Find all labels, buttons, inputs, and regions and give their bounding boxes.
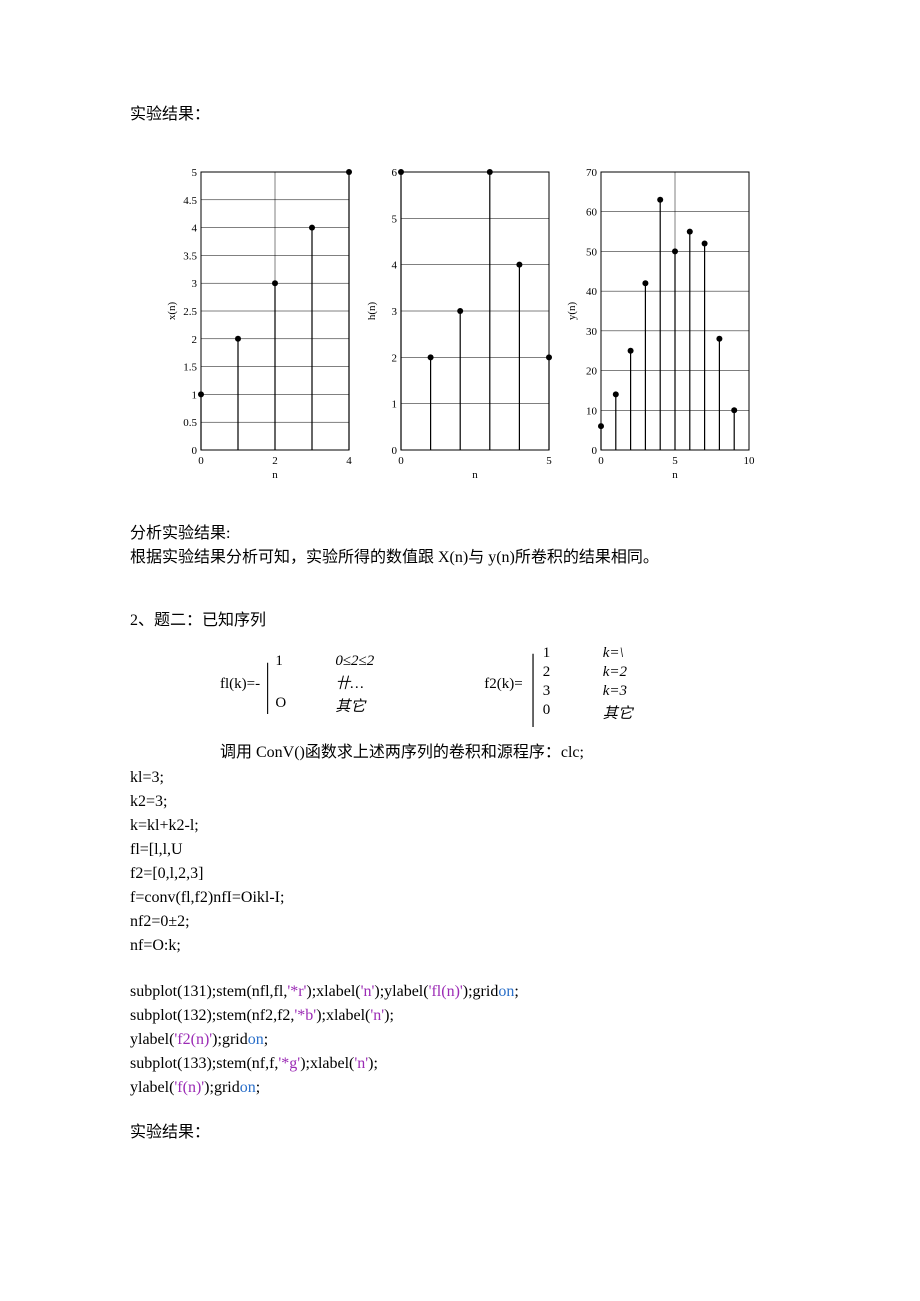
svg-text:0: 0 [392,445,398,457]
code-line: subplot(133);stem(nf,f,'*g');xlabel('n')… [130,1052,790,1076]
brace-icon: | [530,644,535,724]
call-conv-line: 调用 ConV()函数求上述两序列的卷积和源程序：clc; [220,738,790,762]
section-2: 2、题二：已知序列 fl(k)=- | 10≤2≤2 卄…O其它 f2(k)= |… [130,606,790,1142]
code-line: subplot(131);stem(nfl,fl,'*r');xlabel('n… [130,980,790,1004]
brace-icon: | [265,656,269,712]
svg-text:1: 1 [192,389,198,401]
section-2-title: 2、题二：已知序列 [130,606,790,630]
svg-text:6: 6 [392,167,398,179]
svg-text:50: 50 [586,246,598,258]
svg-text:10: 10 [586,405,598,417]
svg-text:h(n): h(n) [366,302,378,321]
svg-text:1.5: 1.5 [183,362,197,374]
analysis-body: 根据实验结果分析可知，实验所得的数值跟 X(n)与 y(n)所卷积的结果相同。 [130,546,790,570]
case-row: 3k=3 [543,683,633,700]
code-line: nf=O:k; [130,934,790,958]
svg-text:2: 2 [272,455,278,467]
stem-chart-1: 0 0.5 1 1.5 2 2.5 3 3.5 4 4.5 5 0 2 4 n x(n) [165,164,355,504]
svg-text:3: 3 [392,306,398,318]
svg-text:2.5: 2.5 [183,306,197,318]
code-line: ylabel('f2(n)');gridon; [130,1028,790,1052]
case-row: 2k=2 [543,664,633,681]
code-block-2: subplot(131);stem(nfl,fl,'*r');xlabel('n… [130,980,790,1100]
code-line: ylabel('f(n)');gridon; [130,1076,790,1100]
code-line: nf2=0±2; [130,910,790,934]
svg-text:2: 2 [392,352,398,364]
chart-container: 0 10 20 30 40 50 60 70 0 5 10 n y(n) [565,164,755,504]
svg-text:0: 0 [198,455,204,467]
code-line: k=kl+k2-l; [130,814,790,838]
f2-label: f2(k)= [484,676,522,693]
svg-text:20: 20 [586,366,598,378]
svg-text:3.5: 3.5 [183,250,197,262]
stem-chart-3: 0 10 20 30 40 50 60 70 0 5 10 n y(n) [565,164,755,504]
svg-text:4.5: 4.5 [183,195,197,207]
case-row: 10≤2≤2 [275,653,374,670]
svg-text:0: 0 [192,445,198,457]
svg-text:5: 5 [672,455,678,467]
f1-definition: fl(k)=- | 10≤2≤2 卄…O其它 [220,653,374,716]
svg-text:2: 2 [192,334,198,346]
stem-chart-2: 0 1 2 3 4 5 6 0 5 n h(n) [365,164,555,504]
svg-text:0: 0 [592,445,598,457]
svg-text:10: 10 [744,455,756,467]
svg-text:n: n [272,469,278,481]
document-page: 实验结果： 00.511.522.533.544.55024nx(n)01234… [0,0,920,1301]
svg-text:4: 4 [392,260,398,272]
code-line: f=conv(fl,f2)nfI=Oikl-I; [130,886,790,910]
svg-text:y(n): y(n) [566,302,578,321]
chart-container: 0 0.5 1 1.5 2 2.5 3 3.5 4 4.5 5 0 2 4 n x(n) [165,164,355,504]
code-line: k2=3; [130,790,790,814]
formula-row: fl(k)=- | 10≤2≤2 卄…O其它 f2(k)= | 1k=\ 2k=2 3… [220,644,790,724]
svg-text:60: 60 [586,207,598,219]
svg-text:5: 5 [192,167,198,179]
case-row: 1k=\ [543,645,633,662]
f1-cases: 10≤2≤2 卄…O其它 [275,653,374,716]
svg-text:n: n [472,469,478,481]
f2-cases: 1k=\ 2k=2 3k=3 0其它 [543,645,633,723]
svg-text:30: 30 [586,326,598,338]
svg-text:70: 70 [586,167,598,179]
chart-container: 0 1 2 3 4 5 6 0 5 n h(n) [365,164,555,504]
case-row: 卄… [275,672,374,693]
code-block-1: kl=3;k2=3;k=kl+k2-l;fl=[l,l,Uf2=[0,l,2,3… [130,766,790,958]
code-line: subplot(132);stem(nf2,f2,'*b');xlabel('n… [130,1004,790,1028]
svg-text:x(n): x(n) [166,302,178,321]
svg-text:4: 4 [192,223,198,235]
analysis-title: 分析实验结果: [130,522,790,546]
svg-text:1: 1 [392,399,398,411]
results-heading-2: 实验结果： [130,1118,790,1142]
f2-definition: f2(k)= | 1k=\ 2k=2 3k=3 0其它 [484,644,632,724]
svg-text:3: 3 [192,278,198,290]
results-heading-1: 实验结果： [130,100,790,124]
svg-text:0: 0 [598,455,604,467]
analysis-block: 分析实验结果: 根据实验结果分析可知，实验所得的数值跟 X(n)与 y(n)所卷… [130,522,790,570]
case-row: 0其它 [543,702,633,723]
svg-text:0.5: 0.5 [183,417,197,429]
svg-text:40: 40 [586,286,598,298]
case-row: O其它 [275,695,374,716]
svg-text:4: 4 [346,455,352,467]
code-line: fl=[l,l,U [130,838,790,862]
code-line: kl=3; [130,766,790,790]
code-line: f2=[0,l,2,3] [130,862,790,886]
charts-row: 00.511.522.533.544.55024nx(n)012345605nh… [130,164,790,504]
f1-label: fl(k)=- [220,676,260,693]
svg-text:5: 5 [546,455,552,467]
svg-text:0: 0 [398,455,404,467]
svg-text:n: n [672,469,678,481]
svg-text:5: 5 [392,213,398,225]
